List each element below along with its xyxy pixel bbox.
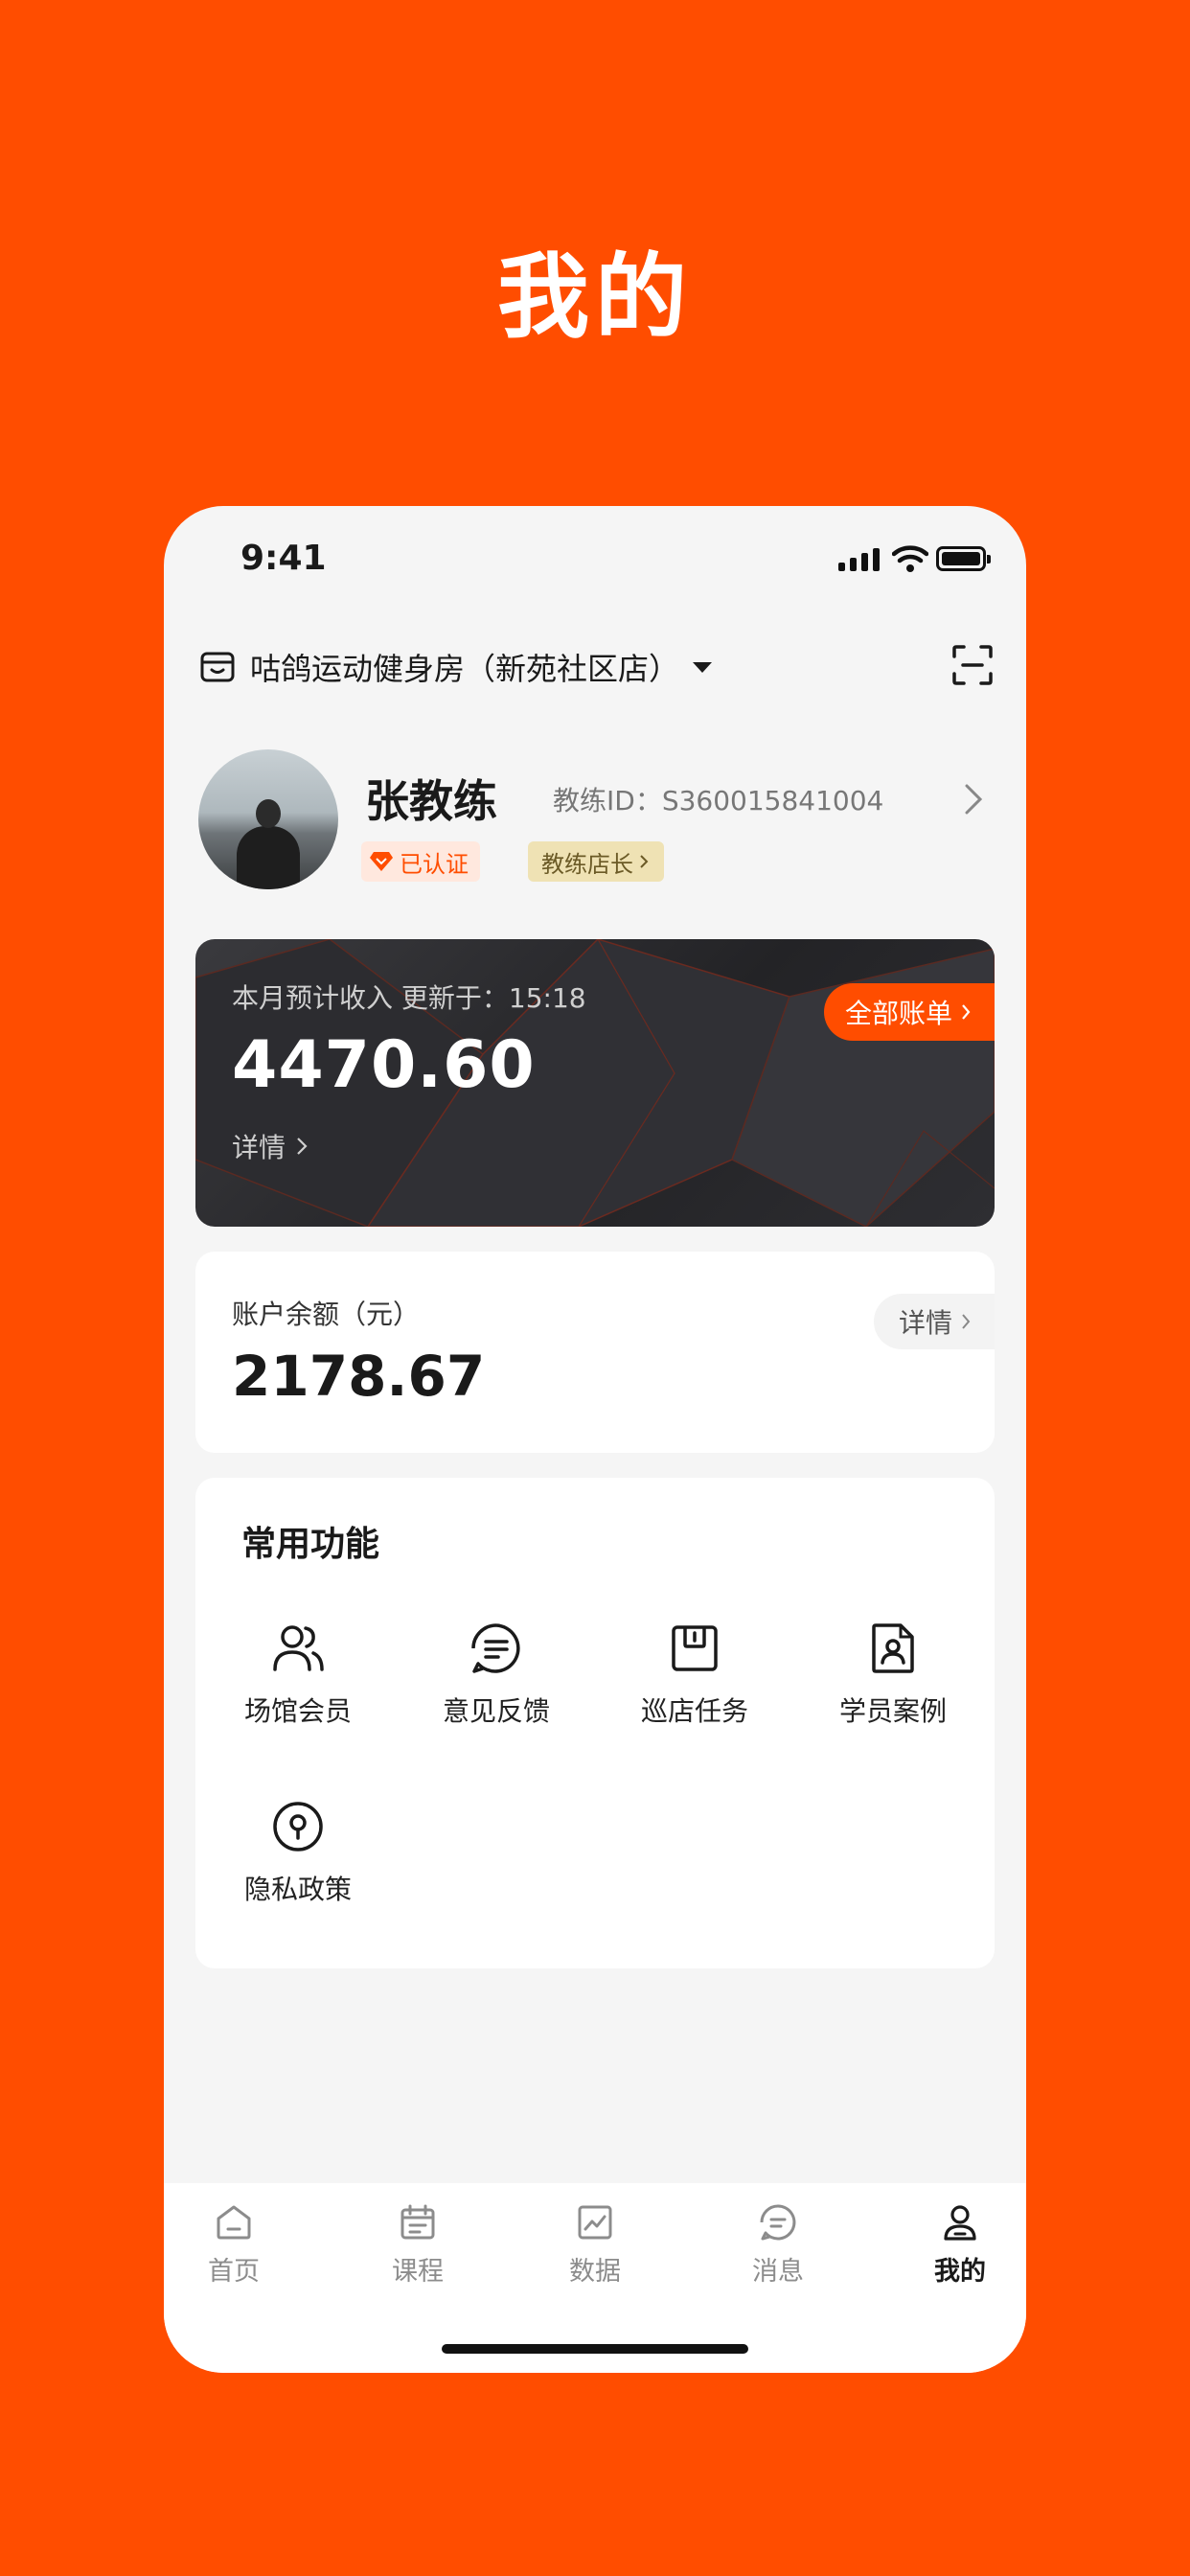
student-case-icon — [872, 1623, 914, 1673]
chevron-right-icon — [962, 1004, 971, 1020]
function-item-patrol-task[interactable]: 巡店任务 — [608, 1620, 781, 1729]
patrol-task-icon — [672, 1625, 718, 1671]
balance-detail-button[interactable]: 详情 — [873, 1294, 995, 1349]
income-value: 4470.60 — [232, 1027, 536, 1103]
members-icon — [273, 1625, 324, 1671]
tab-label: 数据 — [569, 2257, 621, 2287]
function-label: 隐私政策 — [243, 1874, 352, 1905]
common-functions-card: 常用功能 场馆会员 意见反馈 巡店任务 学员案例 隐私政策 — [195, 1478, 995, 1968]
common-functions-title: 常用功能 — [241, 1525, 380, 1564]
function-label: 场馆会员 — [243, 1695, 352, 1727]
balance-card: 账户余额（元） 2178.67 详情 — [195, 1252, 995, 1453]
balance-label: 账户余额（元） — [232, 1299, 421, 1330]
coach-name: 张教练 — [365, 775, 497, 827]
function-item-student-case[interactable]: 学员案例 — [807, 1620, 979, 1729]
role-badge[interactable]: 教练店长 — [528, 841, 664, 882]
tab-data[interactable]: 数据 — [533, 2200, 657, 2288]
function-label: 意见反馈 — [442, 1695, 550, 1727]
tab-label: 消息 — [752, 2257, 804, 2287]
tab-messages[interactable]: 消息 — [716, 2200, 840, 2288]
tab-mine[interactable]: 我的 — [898, 2200, 1022, 2288]
hero-title: 我的 — [497, 243, 693, 351]
chevron-right-icon — [297, 1138, 308, 1155]
avatar[interactable] — [198, 749, 338, 889]
verified-badge-label: 已认证 — [400, 850, 469, 878]
balance-detail-label: 详情 — [898, 1307, 952, 1339]
tab-label: 首页 — [208, 2257, 260, 2287]
tab-label: 课程 — [392, 2257, 444, 2287]
tab-label: 我的 — [934, 2257, 986, 2287]
function-item-privacy[interactable]: 隐私政策 — [212, 1798, 384, 1907]
tab-home[interactable]: 首页 — [172, 2200, 296, 2288]
privacy-lock-icon — [273, 1802, 323, 1852]
wifi-icon — [892, 545, 928, 572]
income-card: 本月预计收入 更新于：15:18 4470.60 详情 全部账单 — [195, 939, 995, 1227]
all-bills-button[interactable]: 全部账单 — [823, 983, 995, 1041]
function-item-members[interactable]: 场馆会员 — [212, 1620, 384, 1729]
store-selector[interactable]: 咕鸽运动健身房（新苑社区店） — [198, 631, 994, 703]
home-icon — [217, 2205, 251, 2240]
chevron-right-icon — [640, 855, 649, 868]
calendar-icon — [400, 2204, 435, 2240]
home-indicator — [442, 2344, 748, 2354]
income-label: 本月预计收入 更新于：15:18 — [232, 982, 586, 1014]
message-icon — [760, 2204, 796, 2241]
store-icon — [200, 652, 235, 682]
coach-id: 教练ID：S360015841004 — [553, 785, 884, 816]
chart-icon — [578, 2205, 612, 2240]
scan-icon[interactable] — [951, 644, 994, 686]
battery-icon — [936, 546, 991, 571]
chevron-right-icon — [962, 1314, 971, 1329]
chevron-right-icon[interactable] — [963, 782, 984, 816]
function-label: 巡店任务 — [640, 1695, 748, 1727]
store-name: 咕鸽运动健身房（新苑社区店） — [250, 651, 680, 687]
profile-section[interactable]: 张教练 教练ID：S360015841004 已认证 教练店长 — [198, 749, 994, 893]
balance-value: 2178.67 — [232, 1344, 486, 1409]
cellular-signal-icon — [838, 548, 880, 571]
all-bills-label: 全部账单 — [844, 998, 952, 1029]
income-detail-link[interactable]: 详情 — [232, 1127, 309, 1165]
chevron-down-icon — [693, 661, 713, 673]
role-badge-label: 教练店长 — [541, 850, 633, 878]
verified-badge: 已认证 — [361, 841, 480, 882]
income-detail-label: 详情 — [232, 1132, 286, 1163]
status-time: 9:41 — [240, 539, 327, 578]
status-bar: 9:41 — [164, 506, 1026, 611]
feedback-icon — [471, 1623, 520, 1673]
diamond-icon — [370, 852, 393, 871]
function-label: 学员案例 — [838, 1695, 947, 1727]
user-icon — [944, 2205, 976, 2241]
function-item-feedback[interactable]: 意见反馈 — [410, 1620, 583, 1729]
tab-courses[interactable]: 课程 — [355, 2200, 480, 2288]
phone-frame: 9:41 咕鸽运动健身房（新苑社区店） 张教练 教练ID：S3600158410… — [164, 506, 1026, 2373]
